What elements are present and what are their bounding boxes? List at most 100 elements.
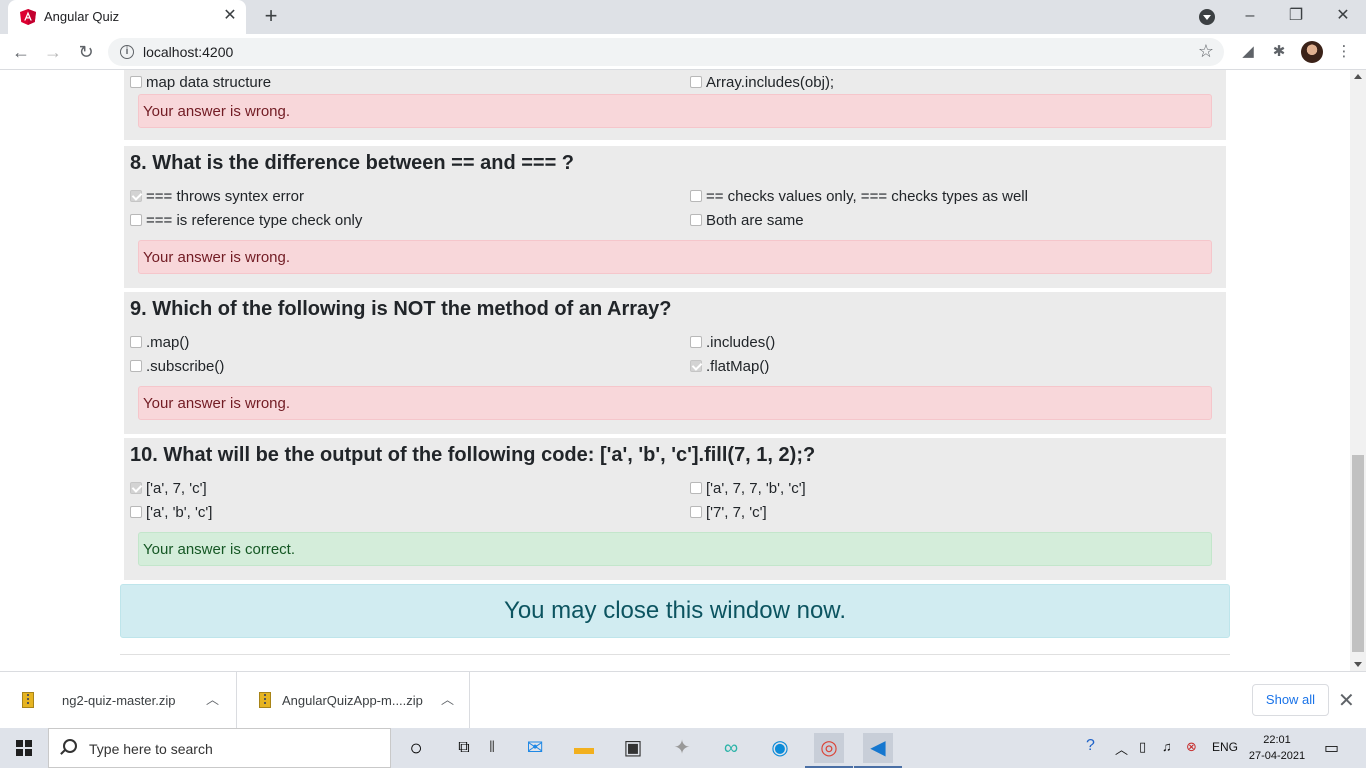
checkbox[interactable] [130,76,142,88]
help-icon[interactable]: ? [1086,737,1095,755]
question-card-8: 8. What is the difference between == and… [124,146,1226,288]
language-indicator[interactable]: ENG [1212,740,1238,754]
divider [120,654,1230,655]
reload-icon[interactable]: ↻ [74,40,98,64]
menu-kebab-icon[interactable]: ⋮ [1335,43,1353,61]
cortana-icon[interactable]: ○ [401,733,431,763]
date: 27-04-2021 [1248,750,1306,762]
close-window-message: You may close this window now. [120,584,1230,638]
result-alert: Your answer is wrong. [138,240,1212,274]
page-content: map data structure Array.includes(obj); … [0,70,1350,671]
option[interactable]: == checks values only, === checks types … [690,188,1028,205]
option[interactable]: ['a', 7, 7, 'b', 'c'] [690,480,806,497]
download-item[interactable]: AngularQuizApp-m....zip ︿ [237,672,470,728]
page-scrollbar[interactable] [1350,70,1366,671]
browser-toolbar: ← → ↻ i localhost:4200 ☆ ◢ ✱ ⋮ [0,34,1366,70]
option[interactable]: ['7', 7, 'c'] [690,504,767,521]
checkbox-checked[interactable] [130,190,142,202]
url-text[interactable]: localhost:4200 [143,44,233,60]
checkbox[interactable] [690,482,702,494]
search-placeholder[interactable]: Type here to search [89,741,213,757]
chevron-up-icon[interactable]: ︿ [206,689,219,708]
infinity-app-icon[interactable]: ∞ [716,733,746,763]
scrollbar-thumb[interactable] [1352,455,1364,652]
zip-file-icon [22,692,34,708]
download-item[interactable]: ng2-quiz-master.zip ︿ [0,672,237,728]
new-tab-button[interactable]: + [260,5,282,27]
checkbox[interactable] [130,214,142,226]
option[interactable]: ['a', 7, 'c'] [130,480,207,497]
dropbox-icon[interactable]: ✦ [667,733,697,763]
file-explorer-icon[interactable]: ▬ [569,733,599,763]
result-alert: Your answer is wrong. [138,94,1212,128]
checkbox[interactable] [130,360,142,372]
chrome-icon[interactable]: ◎ [805,733,853,768]
close-tab-icon[interactable]: ✕ [222,8,238,24]
task-view-icon[interactable]: ⧉ [449,733,479,763]
checkbox-checked[interactable] [690,360,702,372]
address-bar[interactable]: i localhost:4200 ☆ [108,38,1224,66]
checkbox[interactable] [130,336,142,348]
taskbar-search-box[interactable]: Type here to search [48,728,391,768]
back-arrow-icon[interactable]: ← [9,40,33,64]
question-card-10: 10. What will be the output of the follo… [124,438,1226,580]
option[interactable]: .map() [130,334,189,351]
question-title: 8. What is the difference between == and… [130,152,575,174]
clock[interactable]: 22:01 27-04-2021 [1246,732,1308,764]
download-filename: ng2-quiz-master.zip [62,693,176,708]
option[interactable]: .includes() [690,334,775,351]
checkbox[interactable] [690,506,702,518]
site-info-icon[interactable]: i [120,45,134,59]
notifications-icon[interactable]: ▭ [1324,738,1339,758]
forward-arrow-icon[interactable]: → [41,40,65,64]
option[interactable]: map data structure [130,74,271,91]
windows-taskbar: Type here to search ○ ⧉ ‖ ✉ ▬ ▣ ✦ ∞ ◉ ◎ … [0,728,1366,768]
profile-avatar[interactable] [1301,41,1323,63]
question-card-partial: map data structure Array.includes(obj); … [124,70,1226,140]
question-card-9: 9. Which of the following is NOT the met… [124,292,1226,434]
checkbox[interactable] [690,214,702,226]
chevron-up-icon[interactable]: ︿ [441,689,454,708]
question-title: 10. What will be the output of the follo… [130,444,816,466]
checkbox-checked[interactable] [130,482,142,494]
edge-icon[interactable]: ◉ [765,733,795,763]
separator-icon: ‖ [488,739,496,756]
option[interactable]: .flatMap() [690,358,769,375]
performance-icon[interactable]: ◢ [1239,43,1257,61]
restore-button[interactable]: ❐ [1273,0,1319,34]
network-icon[interactable]: ⊗ [1186,739,1197,755]
extensions-puzzle-icon[interactable]: ✱ [1270,43,1288,61]
option[interactable]: ['a', 'b', 'c'] [130,504,212,521]
mail-icon[interactable]: ✉ [520,733,550,763]
close-window-button[interactable]: ✕ [1320,0,1366,34]
store-icon[interactable]: ▣ [618,733,648,763]
option[interactable]: Array.includes(obj); [690,74,834,91]
checkbox[interactable] [690,336,702,348]
option[interactable]: === throws syntex error [130,188,304,205]
browser-tab[interactable]: Angular Quiz ✕ [8,0,246,34]
result-alert: Your answer is correct. [138,532,1212,566]
show-all-button[interactable]: Show all [1252,684,1329,716]
download-filename: AngularQuizApp-m....zip [282,693,423,708]
zip-file-icon [259,692,271,708]
tab-search-icon[interactable] [1199,9,1215,25]
checkbox[interactable] [130,506,142,518]
scroll-up-arrow-icon[interactable] [1354,74,1362,79]
downloads-bar: ng2-quiz-master.zip ︿ AngularQuizApp-m..… [0,671,1366,728]
volume-icon[interactable]: ♫ [1162,739,1172,754]
option[interactable]: Both are same [690,212,804,229]
vscode-icon[interactable]: ◀ [854,733,902,768]
option[interactable]: .subscribe() [130,358,224,375]
search-icon [63,739,77,753]
chevron-up-tray-icon[interactable]: ︿ [1115,739,1128,758]
checkbox[interactable] [690,190,702,202]
windows-start-icon[interactable] [16,740,32,756]
minimize-button[interactable]: – [1227,0,1273,34]
bookmark-star-icon[interactable]: ☆ [1198,41,1214,62]
option[interactable]: === is reference type check only [130,212,362,229]
close-downloads-icon[interactable]: ✕ [1338,688,1355,713]
checkbox[interactable] [690,76,702,88]
angular-logo-icon [20,9,36,25]
scroll-down-arrow-icon[interactable] [1354,662,1362,667]
battery-icon[interactable]: ▯ [1139,739,1146,755]
